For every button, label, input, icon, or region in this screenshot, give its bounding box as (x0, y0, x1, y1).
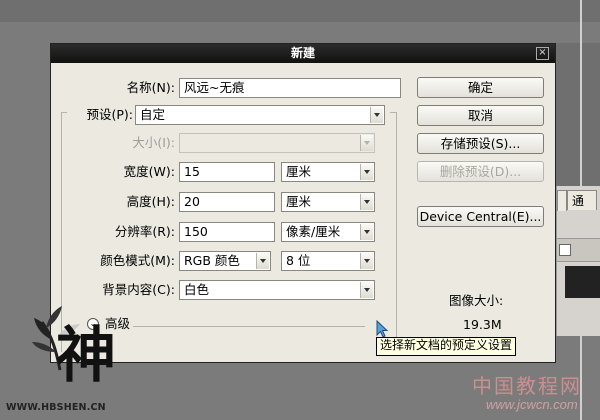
background-panel: 通 (556, 186, 600, 336)
workspace-right-area (556, 43, 600, 186)
close-icon[interactable]: × (536, 47, 549, 60)
watermark-site-url: www.jcwcn.com (486, 397, 578, 412)
panel-tab[interactable]: 通 (567, 190, 597, 210)
height-label: 高度(H): (126, 194, 175, 209)
dialog-title: 新建 (51, 44, 555, 63)
group-border-tick (390, 112, 396, 113)
image-size-label: 图像大小: (449, 293, 504, 308)
chevron-down-icon (360, 135, 373, 151)
resolution-unit-value: 像素/厘米 (286, 224, 341, 239)
chevron-down-icon (360, 164, 373, 180)
width-input[interactable]: 15 (179, 162, 275, 182)
resolution-input[interactable]: 150 (179, 222, 275, 242)
background-contents-select[interactable]: 白色 (179, 280, 375, 300)
preset-select[interactable]: 自定 (135, 105, 385, 125)
image-size-value: 19.3M (463, 317, 502, 332)
logo-character: 神 (56, 321, 116, 391)
logo-url: WWW.HBSHEN.CN (6, 402, 106, 413)
delete-preset-button: 删除预设(D)... (417, 161, 544, 182)
height-unit-value: 厘米 (286, 194, 312, 209)
save-preset-button[interactable]: 存储预设(S)... (417, 133, 544, 154)
resolution-label: 分辨率(R): (114, 224, 175, 239)
watermark-site-name: 中国教程网 (472, 374, 582, 398)
background-contents-value: 白色 (184, 282, 210, 297)
height-unit-select[interactable]: 厘米 (281, 192, 375, 212)
workspace-top-bar (0, 0, 600, 22)
group-border-right (396, 112, 397, 352)
width-unit-select[interactable]: 厘米 (281, 162, 375, 182)
bit-depth-value: 8 位 (286, 253, 311, 268)
width-label: 宽度(W): (123, 164, 175, 179)
panel-tab-partial[interactable] (557, 190, 567, 211)
resolution-unit-select[interactable]: 像素/厘米 (281, 222, 375, 242)
size-select (179, 133, 375, 153)
mouse-pointer-icon (376, 320, 389, 338)
size-label: 大小(I): (132, 135, 175, 150)
color-mode-label: 颜色模式(M): (100, 253, 175, 268)
advanced-divider (133, 326, 365, 327)
width-unit-value: 厘米 (286, 164, 312, 179)
panel-checkbox[interactable] (559, 244, 571, 256)
new-document-dialog: 新建 × 名称(N): 风远~无痕 预设(P): 自定 大小(I): 宽度(W)… (50, 43, 556, 363)
background-contents-label: 背景内容(C): (102, 282, 175, 297)
preset-label: 预设(P): (86, 107, 133, 122)
chevron-down-icon (256, 253, 269, 269)
color-mode-select[interactable]: RGB 颜色 (179, 251, 271, 271)
chevron-down-icon (370, 107, 383, 123)
chevron-down-icon (360, 224, 373, 240)
name-label: 名称(N): (126, 80, 175, 95)
chevron-down-icon (360, 282, 373, 298)
device-central-button[interactable]: Device Central(E)... (417, 206, 544, 227)
chevron-down-icon (360, 194, 373, 210)
chevron-down-icon (360, 253, 373, 269)
panel-thumbnail (565, 266, 600, 298)
preset-tooltip: 选择新文档的预定义设置 (376, 337, 517, 356)
preset-select-value: 自定 (140, 107, 166, 122)
bit-depth-select[interactable]: 8 位 (281, 251, 375, 271)
height-input[interactable]: 20 (179, 192, 275, 212)
cancel-button[interactable]: 取消 (417, 105, 544, 126)
color-mode-value: RGB 颜色 (184, 253, 240, 268)
name-input[interactable]: 风远~无痕 (179, 78, 401, 98)
ok-button[interactable]: 确定 (417, 77, 544, 98)
